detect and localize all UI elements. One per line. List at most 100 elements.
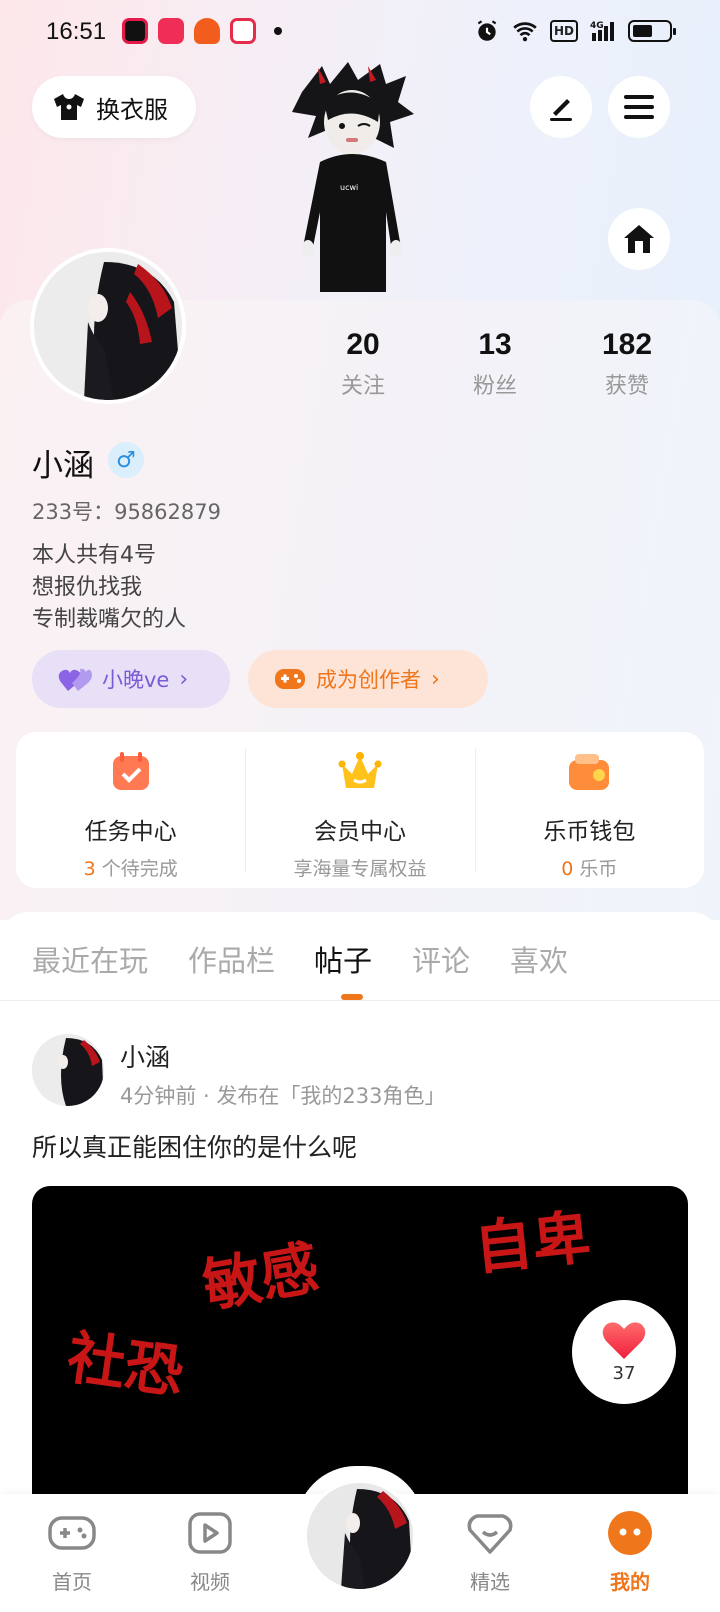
like-count: 37 [612,1362,636,1384]
chevron-right-icon: › [431,666,440,692]
wifi-icon [513,22,537,42]
fan-group-button[interactable]: 小晚ve › [32,650,230,708]
alarm-icon [477,20,497,41]
task-center-button[interactable]: 任务中心 3 个待完成 [16,732,245,888]
nav-me[interactable]: 我的 [580,1508,680,1595]
avatar-picture-icon [307,1483,413,1589]
cellular-signal-icon: 4G [590,21,614,41]
post-author-name[interactable]: 小涵 [120,1038,170,1074]
post-text[interactable]: 所以真正能困住你的是什么呢 [32,1128,357,1164]
nav-home-label: 首页 [52,1570,92,1594]
member-center-subtitle-text: 享海量专属权益 [293,858,427,880]
wallet-icon [569,754,610,790]
center-avatar-button[interactable] [304,1480,416,1592]
nav-featured-label: 精选 [470,1570,510,1594]
status-time: 16:51 [46,18,107,45]
stat-following[interactable]: 20 关注 [308,328,418,400]
bio-line: 本人共有4号 [32,543,156,568]
task-center-subtitle-text: 个待完成 [95,858,178,880]
tab-divider [0,1000,720,1001]
home-button[interactable] [608,208,670,270]
followers-label: 粉丝 [472,374,517,399]
tab-recently-played[interactable]: 最近在玩 [32,938,148,980]
following-label: 关注 [340,374,385,399]
game-app-icon [194,18,220,44]
followers-count: 13 [478,328,512,361]
hd-voice-badge: HD [549,20,578,42]
change-outfit-button[interactable]: 换衣服 [32,76,196,138]
post-meta: 4分钟前 · 发布在「我的233角色」 [120,1084,446,1108]
image-word-inferiority: 自卑 [471,1203,594,1283]
member-center-button[interactable]: 会员中心 享海量专属权益 [245,732,474,888]
tab-works[interactable]: 作品栏 [188,938,275,980]
notification-app-icons [122,18,282,44]
nav-home[interactable]: 首页 [22,1508,122,1595]
become-creator-label: 成为创作者 [316,668,421,692]
svg-text:4G: 4G [590,21,604,31]
svg-text:ucwi: ucwi [340,183,358,192]
map-app-icon [230,18,256,44]
username: 小涵 [32,448,94,484]
post-author-avatar[interactable] [32,1034,104,1106]
following-count: 20 [346,328,380,361]
stat-likes[interactable]: 182 获赞 [572,328,682,400]
member-center-title: 会员中心 [313,819,406,845]
gamepad-icon [275,669,305,689]
tab-comments[interactable]: 评论 [412,938,470,980]
chevron-right-icon: › [179,666,189,692]
more-notifications-icon [274,27,282,35]
house-icon [624,225,654,253]
nav-video-label: 视频 [190,1570,230,1594]
avatar-picture-icon [32,1034,104,1106]
coin-wallet-button[interactable]: 乐币钱包 0 乐币 [474,732,704,888]
tshirt-icon [54,94,84,120]
battery-level [633,25,652,37]
crown-icon [338,752,382,788]
smiley-face-icon [608,1511,652,1555]
status-bar: 16:51 HD 4G [0,0,720,64]
heart-diamond-icon [467,1514,513,1554]
heart-icon [602,1321,646,1359]
like-button[interactable]: 37 [572,1300,676,1404]
status-indicators: HD 4G [474,18,676,44]
edit-profile-button[interactable] [530,76,592,138]
nav-featured[interactable]: 精选 [440,1508,540,1595]
battery-icon [628,20,676,42]
pending-task-count: 3 [83,858,96,880]
avatar-picture-icon [34,252,182,400]
bio-line: 专制裁嘴欠的人 [32,607,187,632]
coin-wallet-title: 乐币钱包 [543,819,636,845]
hamburger-menu-icon [624,95,654,119]
coin-balance: 0 [561,858,574,880]
user-id[interactable]: 233号：95862879 [32,496,221,526]
change-outfit-label: 换衣服 [96,95,168,124]
task-center-title: 任务中心 [84,819,177,845]
double-heart-icon [58,668,92,691]
likes-label: 获赞 [604,374,649,399]
likes-count: 182 [601,328,653,361]
calendar-check-icon [112,752,149,790]
image-word-sensitive: 敏感 [197,1233,324,1321]
video-app-icon [158,18,184,44]
tab-posts[interactable]: 帖子 [314,938,372,980]
task-center-subtitle: 3 个待完成 [16,854,245,881]
3d-avatar-character[interactable]: ucwi [282,62,424,302]
profile-avatar[interactable] [30,248,186,404]
tab-likes[interactable]: 喜欢 [510,938,568,980]
stat-followers[interactable]: 13 粉丝 [440,328,550,400]
menu-button[interactable] [608,76,670,138]
nav-video[interactable]: 视频 [160,1508,260,1595]
bio-line: 想报仇找我 [32,575,143,600]
male-gender-icon: ♂ [108,442,144,478]
coin-wallet-subtitle-text: 乐币 [573,858,618,880]
coin-wallet-subtitle: 0 乐币 [475,854,704,881]
nav-me-label: 我的 [610,1570,650,1594]
quick-access-card: 任务中心 3 个待完成 会员中心 享海量专属权益 乐币钱包 0 乐币 [16,732,704,888]
fan-group-label: 小晚ve [102,668,170,692]
camera-app-icon [122,18,148,44]
become-creator-button[interactable]: 成为创作者 › [248,650,488,708]
member-center-subtitle: 享海量专属权益 [245,854,474,881]
bio: 本人共有4号 想报仇找我 专制裁嘴欠的人 [32,540,186,636]
pencil-icon [550,99,572,121]
gamepad-icon [48,1516,96,1550]
